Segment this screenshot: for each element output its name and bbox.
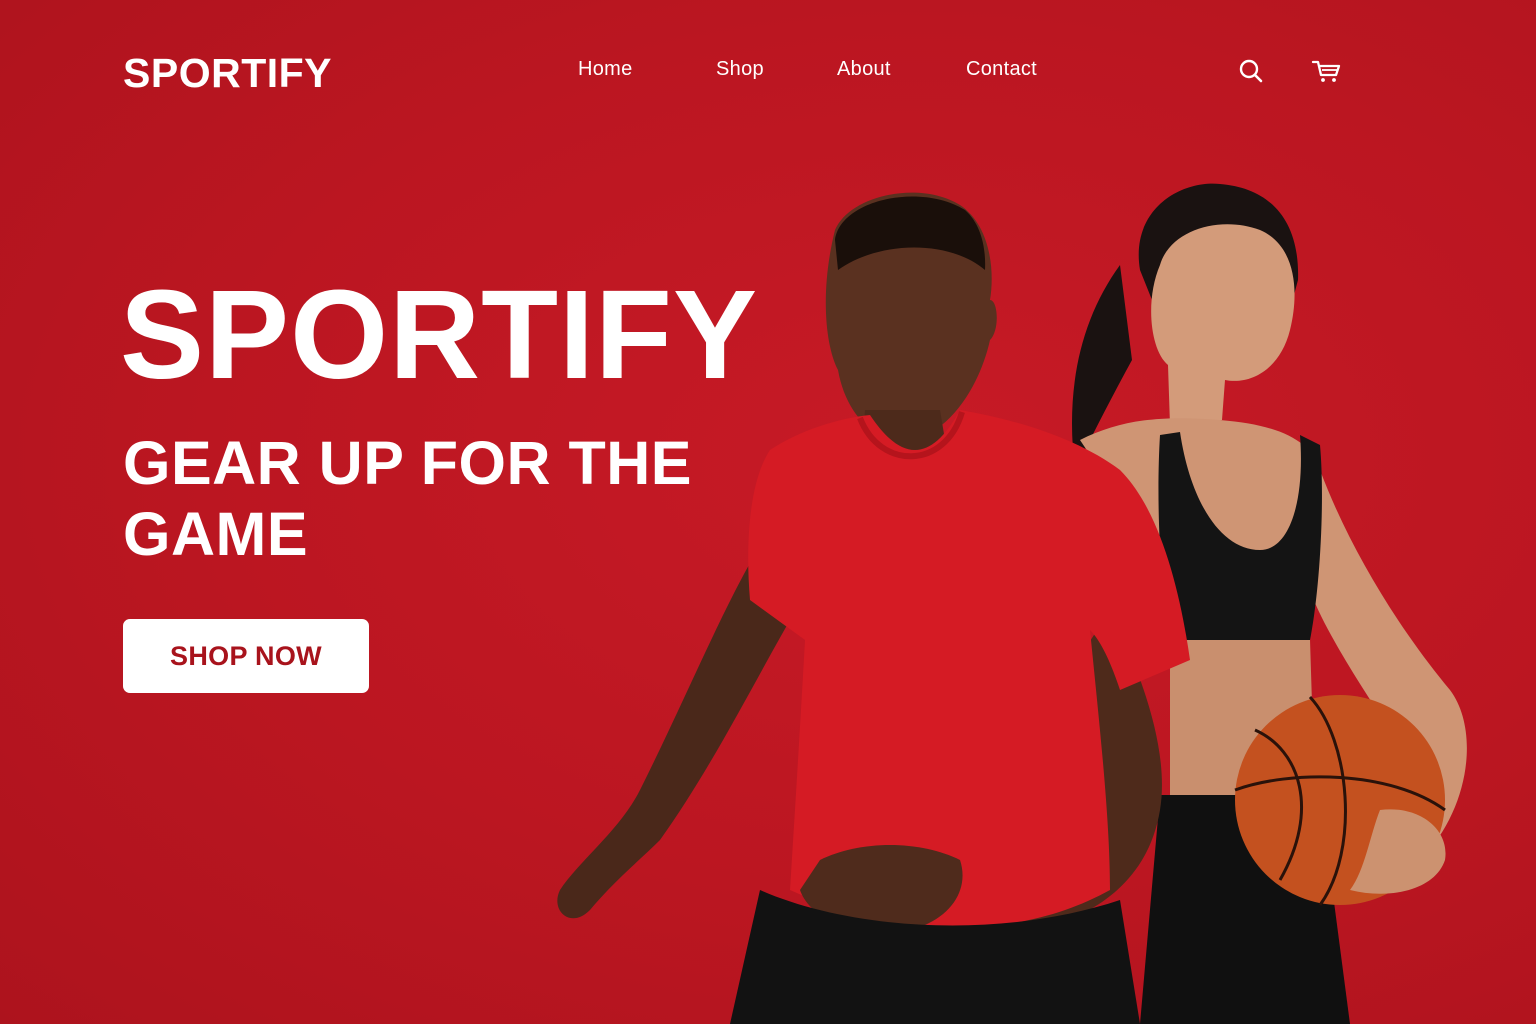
nav-link-shop[interactable]: Shop [716, 58, 764, 81]
nav-link-about[interactable]: About [837, 58, 891, 81]
shop-now-button[interactable]: SHOP NOW [123, 619, 369, 693]
site-header: SPORTIFY Home Shop About Contact [0, 0, 1536, 140]
main-nav: Home Shop About Contact [0, 58, 1536, 88]
athletes-image [557, 183, 1467, 1024]
nav-link-contact[interactable]: Contact [966, 58, 1037, 81]
search-icon[interactable] [1236, 56, 1266, 86]
cart-icon[interactable] [1310, 56, 1341, 86]
landing-page: SPORTIFY Home Shop About Contact SPORTIF… [0, 0, 1536, 1024]
nav-link-home[interactable]: Home [578, 58, 633, 81]
